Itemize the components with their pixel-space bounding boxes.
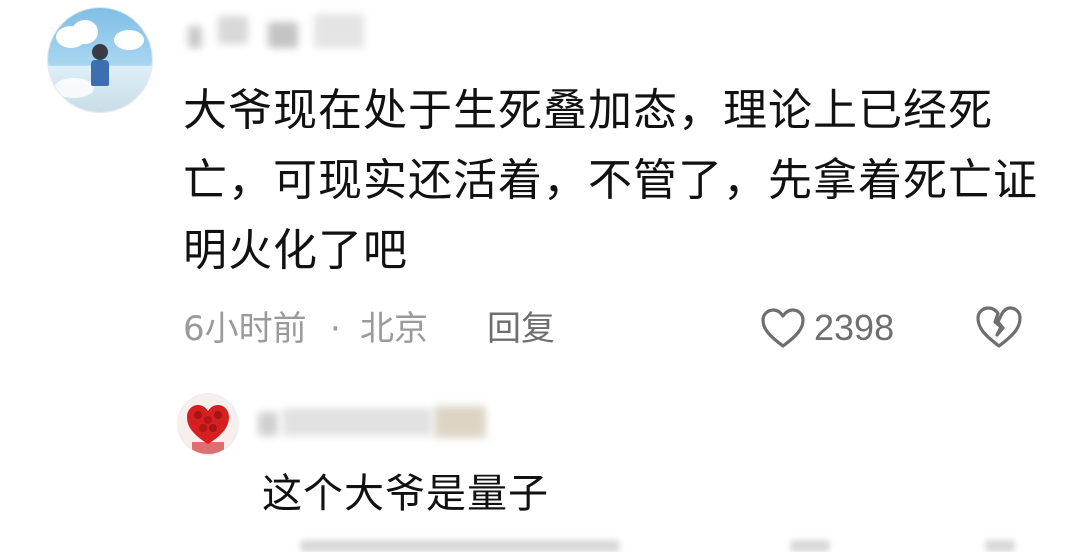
reply-body: 这个大爷是量子 xyxy=(262,471,549,517)
comment-time: 6小时前 xyxy=(183,309,307,349)
like-count: 2398 xyxy=(814,307,895,348)
comment-line: 亡，可现实还活着，不管了，先拿着死亡证 xyxy=(183,155,1038,206)
like-button[interactable]: 2398 xyxy=(760,303,894,353)
replier-avatar[interactable] xyxy=(178,394,238,454)
replier-username[interactable] xyxy=(258,402,498,442)
comment-location: 北京 xyxy=(360,309,428,349)
avatar-figure-icon xyxy=(92,44,108,60)
reply-button[interactable]: 回复 xyxy=(487,307,555,351)
broken-heart-icon xyxy=(976,306,1022,348)
meta-separator: · xyxy=(330,309,341,349)
rose-heart-icon xyxy=(178,394,238,454)
heart-outline-icon xyxy=(761,308,805,348)
commenter-username[interactable] xyxy=(184,12,384,52)
comment-body: 大爷现在处于生死叠加态，理论上已经死 亡，可现实还活着，不管了，先拿着死亡证 明… xyxy=(183,76,1043,286)
dislike-button[interactable] xyxy=(974,304,1024,354)
commenter-avatar[interactable] xyxy=(48,8,152,112)
comment-line: 大爷现在处于生死叠加态，理论上已经死 xyxy=(183,85,993,136)
comment-line: 明火化了吧 xyxy=(183,225,408,276)
